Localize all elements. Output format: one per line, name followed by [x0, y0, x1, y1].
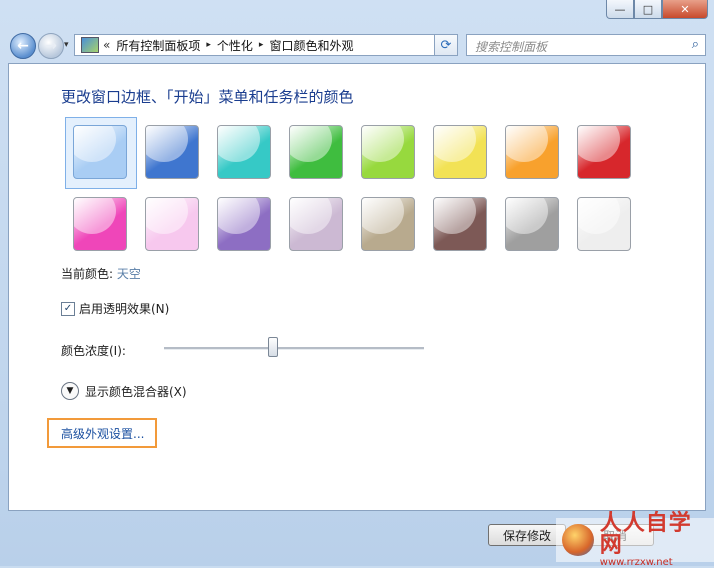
color-swatch[interactable] — [361, 197, 415, 251]
color-mixer-toggle[interactable]: ▼ 显示颜色混合器(X) — [61, 382, 187, 400]
intensity-slider-thumb[interactable] — [268, 337, 279, 357]
current-color-label: 当前颜色: 天空 — [61, 265, 141, 282]
transparency-label: 启用透明效果(N) — [79, 302, 170, 316]
color-swatch[interactable] — [577, 197, 631, 251]
intensity-label: 颜色浓度(I): — [61, 344, 126, 358]
recent-pages-dropdown[interactable]: ▾ — [64, 40, 69, 50]
page-title: 更改窗口边框、「开始」菜单和任务栏的颜色 — [61, 88, 354, 106]
color-swatch[interactable] — [73, 125, 127, 179]
color-mixer-label: 显示颜色混合器(X) — [85, 384, 187, 399]
color-swatch[interactable] — [505, 125, 559, 179]
current-color-caption: 当前颜色: — [61, 267, 114, 281]
maximize-button[interactable]: □ — [634, 0, 662, 19]
color-swatch[interactable] — [577, 125, 631, 179]
control-panel-icon — [81, 37, 99, 53]
search-input[interactable]: 搜索控制面板 ⌕ — [466, 34, 706, 56]
advanced-appearance-link[interactable]: 高级外观设置... — [47, 418, 157, 448]
current-color-value: 天空 — [116, 267, 141, 281]
forward-arrow-icon: → — [45, 38, 57, 54]
checkbox-check-icon[interactable]: ✓ — [61, 301, 75, 316]
chevron-down-icon[interactable]: ▼ — [61, 382, 79, 400]
transparency-checkbox[interactable]: ✓ 启用透明效果(N) — [61, 300, 169, 317]
breadcrumb-chevron-icon[interactable]: ▸ — [259, 40, 264, 50]
address-bar[interactable]: « 所有控制面板项 ▸ 个性化 ▸ 窗口颜色和外观 ▾ — [74, 34, 458, 56]
watermark-title: 人人自学网 — [599, 510, 692, 558]
color-swatch[interactable] — [217, 197, 271, 251]
color-swatch[interactable] — [433, 197, 487, 251]
search-icon[interactable]: ⌕ — [692, 37, 699, 52]
search-placeholder: 搜索控制面板 — [475, 40, 548, 54]
refresh-button[interactable]: ⟳ — [434, 34, 458, 56]
advanced-appearance-text[interactable]: 高级外观设置... — [61, 425, 144, 442]
refresh-icon: ⟳ — [440, 37, 452, 53]
back-button[interactable]: ← — [10, 33, 36, 59]
back-arrow-icon: ← — [17, 38, 29, 54]
color-swatch[interactable] — [145, 125, 199, 179]
breadcrumb-all-items[interactable]: 所有控制面板项 — [116, 37, 200, 54]
color-swatch[interactable] — [73, 197, 127, 251]
minimize-button[interactable]: — — [606, 0, 634, 19]
navigation-bar: ← → ▾ « 所有控制面板项 ▸ 个性化 ▸ 窗口颜色和外观 ▾ ⟳ 搜索控制… — [0, 30, 714, 60]
close-button[interactable]: ✕ — [662, 0, 708, 19]
window-frame: — □ ✕ ← → ▾ « 所有控制面板项 ▸ 个性化 ▸ 窗口颜色和外观 ▾ … — [0, 0, 714, 568]
color-swatch[interactable] — [289, 125, 343, 179]
color-swatch[interactable] — [361, 125, 415, 179]
breadcrumb-chevron-icon[interactable]: ▸ — [206, 40, 211, 50]
breadcrumb-window-color[interactable]: 窗口颜色和外观 — [269, 37, 353, 54]
globe-logo-icon — [562, 524, 594, 556]
watermark: 人人自学网 www.rrzxw.net — [556, 512, 714, 568]
color-swatch[interactable] — [145, 197, 199, 251]
color-swatch[interactable] — [433, 125, 487, 179]
color-swatch[interactable] — [505, 197, 559, 251]
address-overflow-icon[interactable]: « — [103, 38, 110, 52]
forward-button[interactable]: → — [38, 33, 64, 59]
window-controls: — □ ✕ — [606, 0, 708, 19]
save-changes-button[interactable]: 保存修改 — [488, 524, 566, 546]
color-swatch[interactable] — [289, 197, 343, 251]
main-content: 更改窗口边框、「开始」菜单和任务栏的颜色 当前颜色: 天空 ✓ 启用透明效果(N… — [8, 63, 706, 511]
breadcrumb-personalization[interactable]: 个性化 — [217, 37, 253, 54]
intensity-slider-track[interactable] — [164, 347, 424, 350]
color-swatch[interactable] — [217, 125, 271, 179]
